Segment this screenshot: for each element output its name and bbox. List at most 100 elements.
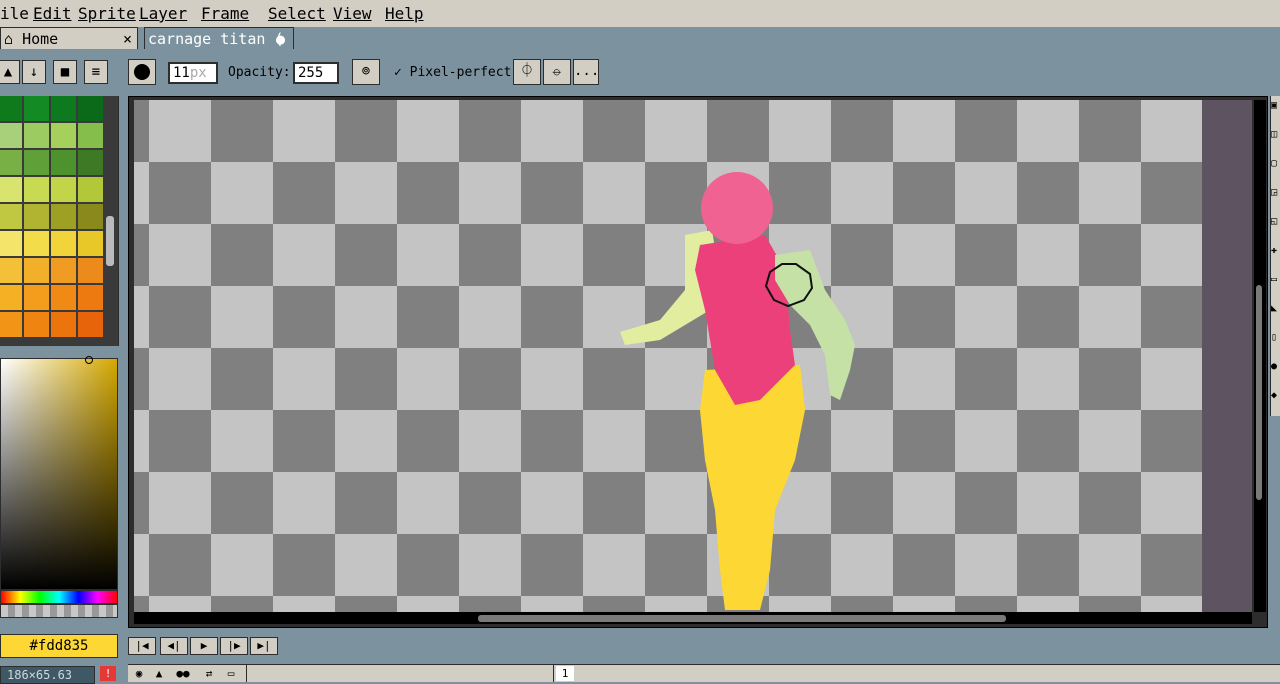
hue-slider[interactable] [0, 590, 118, 604]
link-cels-icon[interactable]: ⇄ [200, 666, 218, 681]
pressure-icon[interactable]: ⊚ [352, 59, 380, 85]
menu-lines-icon[interactable]: ≡ [84, 60, 108, 84]
tool-icon[interactable]: ▭ [1271, 274, 1277, 286]
tool-icon[interactable]: ✚ [1271, 245, 1277, 257]
palette-swatch[interactable] [51, 204, 76, 229]
onion-skin-icon[interactable]: ●● [174, 666, 192, 681]
tool-icon[interactable]: ◣ [1271, 303, 1277, 315]
tool-icon[interactable]: ◆ [1271, 390, 1277, 402]
palette-swatch[interactable] [51, 123, 76, 148]
timeline-controls: |◀ ◀| ▶ |▶ ▶| [128, 632, 1280, 658]
palette-swatch[interactable] [24, 177, 49, 202]
menu-help[interactable]: Help [385, 4, 424, 23]
palette-scroll-thumb[interactable] [106, 216, 114, 266]
palette-swatch[interactable] [24, 204, 49, 229]
color-spectrum[interactable] [0, 356, 118, 590]
palette-swatch[interactable] [51, 96, 76, 121]
menu-layer[interactable]: Layer [139, 4, 187, 23]
opacity-field[interactable]: 255 [293, 62, 339, 84]
canvas-background [1202, 100, 1252, 612]
tab-home-label: Home [22, 30, 59, 48]
previous-frame-button[interactable]: ◀| [160, 637, 188, 655]
palette-swatch[interactable] [24, 96, 49, 121]
alert-icon[interactable]: ! [100, 666, 116, 681]
play-button[interactable]: ▶ [190, 637, 218, 655]
palette-swatch[interactable] [0, 150, 22, 175]
palette-swatch[interactable] [0, 312, 22, 337]
palette-swatch[interactable] [78, 150, 103, 175]
alpha-slider[interactable] [0, 604, 118, 618]
brush-size-field[interactable]: 11px [168, 62, 218, 84]
frame-icon[interactable]: ▭ [222, 666, 240, 681]
palette-swatch[interactable] [51, 258, 76, 283]
palette-swatch[interactable] [0, 231, 22, 256]
palette-swatch[interactable] [51, 285, 76, 310]
tool-icon[interactable]: ● [1271, 361, 1277, 373]
last-frame-button[interactable]: ▶| [250, 637, 278, 655]
tool-icon[interactable]: ◫ [1271, 129, 1277, 141]
menu-file[interactable]: ile [0, 4, 29, 23]
menu-bar: ile Edit Sprite Layer Frame Select View … [0, 0, 1280, 28]
tool-icon[interactable]: ◲ [1271, 187, 1277, 199]
menu-frame[interactable]: Frame [201, 4, 249, 23]
palette-swatch[interactable] [51, 312, 76, 337]
palette-swatch[interactable] [0, 285, 22, 310]
menu-view[interactable]: View [333, 4, 372, 23]
palette-swatch[interactable] [24, 285, 49, 310]
palette-swatch[interactable] [78, 204, 103, 229]
square-icon[interactable]: ■ [53, 60, 77, 84]
tab-home[interactable]: ⌂ Home × [0, 27, 138, 49]
pixel-perfect-checkbox[interactable]: ✓ Pixel-perfect [394, 65, 511, 80]
palette-swatch[interactable] [24, 258, 49, 283]
pixel-perfect-label: Pixel-perfect [409, 65, 512, 80]
palette-swatch[interactable] [24, 150, 49, 175]
palette-swatch[interactable] [0, 96, 22, 121]
tab-bar: ⌂ Home × carnage titan ( ● [0, 27, 1280, 50]
first-frame-button[interactable]: |◀ [128, 637, 156, 655]
arrow-down-icon[interactable]: ↓ [22, 60, 46, 84]
palette-swatch[interactable] [78, 123, 103, 148]
palette-swatch[interactable] [24, 312, 49, 337]
vertical-scroll-thumb[interactable] [1256, 285, 1262, 500]
palette-swatch[interactable] [51, 231, 76, 256]
symmetry-horizontal-icon[interactable]: ⦵ [543, 59, 571, 85]
horizontal-scroll-thumb[interactable] [478, 615, 1006, 622]
palette-swatch[interactable] [0, 258, 22, 283]
menu-sprite[interactable]: Sprite [78, 4, 136, 23]
palette-swatch[interactable] [24, 231, 49, 256]
palette-swatch[interactable] [78, 177, 103, 202]
palette-swatch[interactable] [51, 177, 76, 202]
tool-icon[interactable]: ▢ [1271, 158, 1277, 170]
frame-number[interactable]: 1 [556, 666, 574, 681]
palette-swatch[interactable] [0, 177, 22, 202]
lock-icon[interactable]: ▲ [0, 60, 20, 84]
color-palette [0, 96, 119, 346]
tab-sprite[interactable]: carnage titan ( ● [144, 27, 294, 49]
palette-swatch[interactable] [78, 96, 103, 121]
tool-icon[interactable]: ◱ [1271, 216, 1277, 228]
picker-cursor-icon [85, 356, 93, 364]
more-options-button[interactable]: ... [573, 59, 599, 85]
checkmark-icon: ✓ [394, 65, 402, 80]
menu-select[interactable]: Select [268, 4, 326, 23]
palette-swatch[interactable] [0, 123, 22, 148]
lock-icon[interactable]: ▲ [150, 666, 168, 681]
eye-icon[interactable]: ◉ [130, 666, 148, 681]
brush-shape-button[interactable] [128, 59, 156, 85]
palette-swatch[interactable] [78, 312, 103, 337]
palette-swatch[interactable] [0, 204, 22, 229]
tool-icon[interactable]: ▣ [1271, 100, 1277, 112]
figure-legs [700, 365, 805, 610]
next-frame-button[interactable]: |▶ [220, 637, 248, 655]
palette-swatch[interactable] [78, 285, 103, 310]
symmetry-vertical-icon[interactable]: ⏀ [513, 59, 541, 85]
palette-swatch[interactable] [24, 123, 49, 148]
modified-dot-icon[interactable]: ● [276, 28, 285, 50]
tool-icon[interactable]: ▯ [1271, 332, 1277, 344]
foreground-color-hex[interactable]: #fdd835 [0, 634, 118, 658]
palette-swatch[interactable] [51, 150, 76, 175]
palette-swatch[interactable] [78, 258, 103, 283]
close-icon[interactable]: × [123, 28, 132, 50]
palette-swatch[interactable] [78, 231, 103, 256]
menu-edit[interactable]: Edit [33, 4, 72, 23]
